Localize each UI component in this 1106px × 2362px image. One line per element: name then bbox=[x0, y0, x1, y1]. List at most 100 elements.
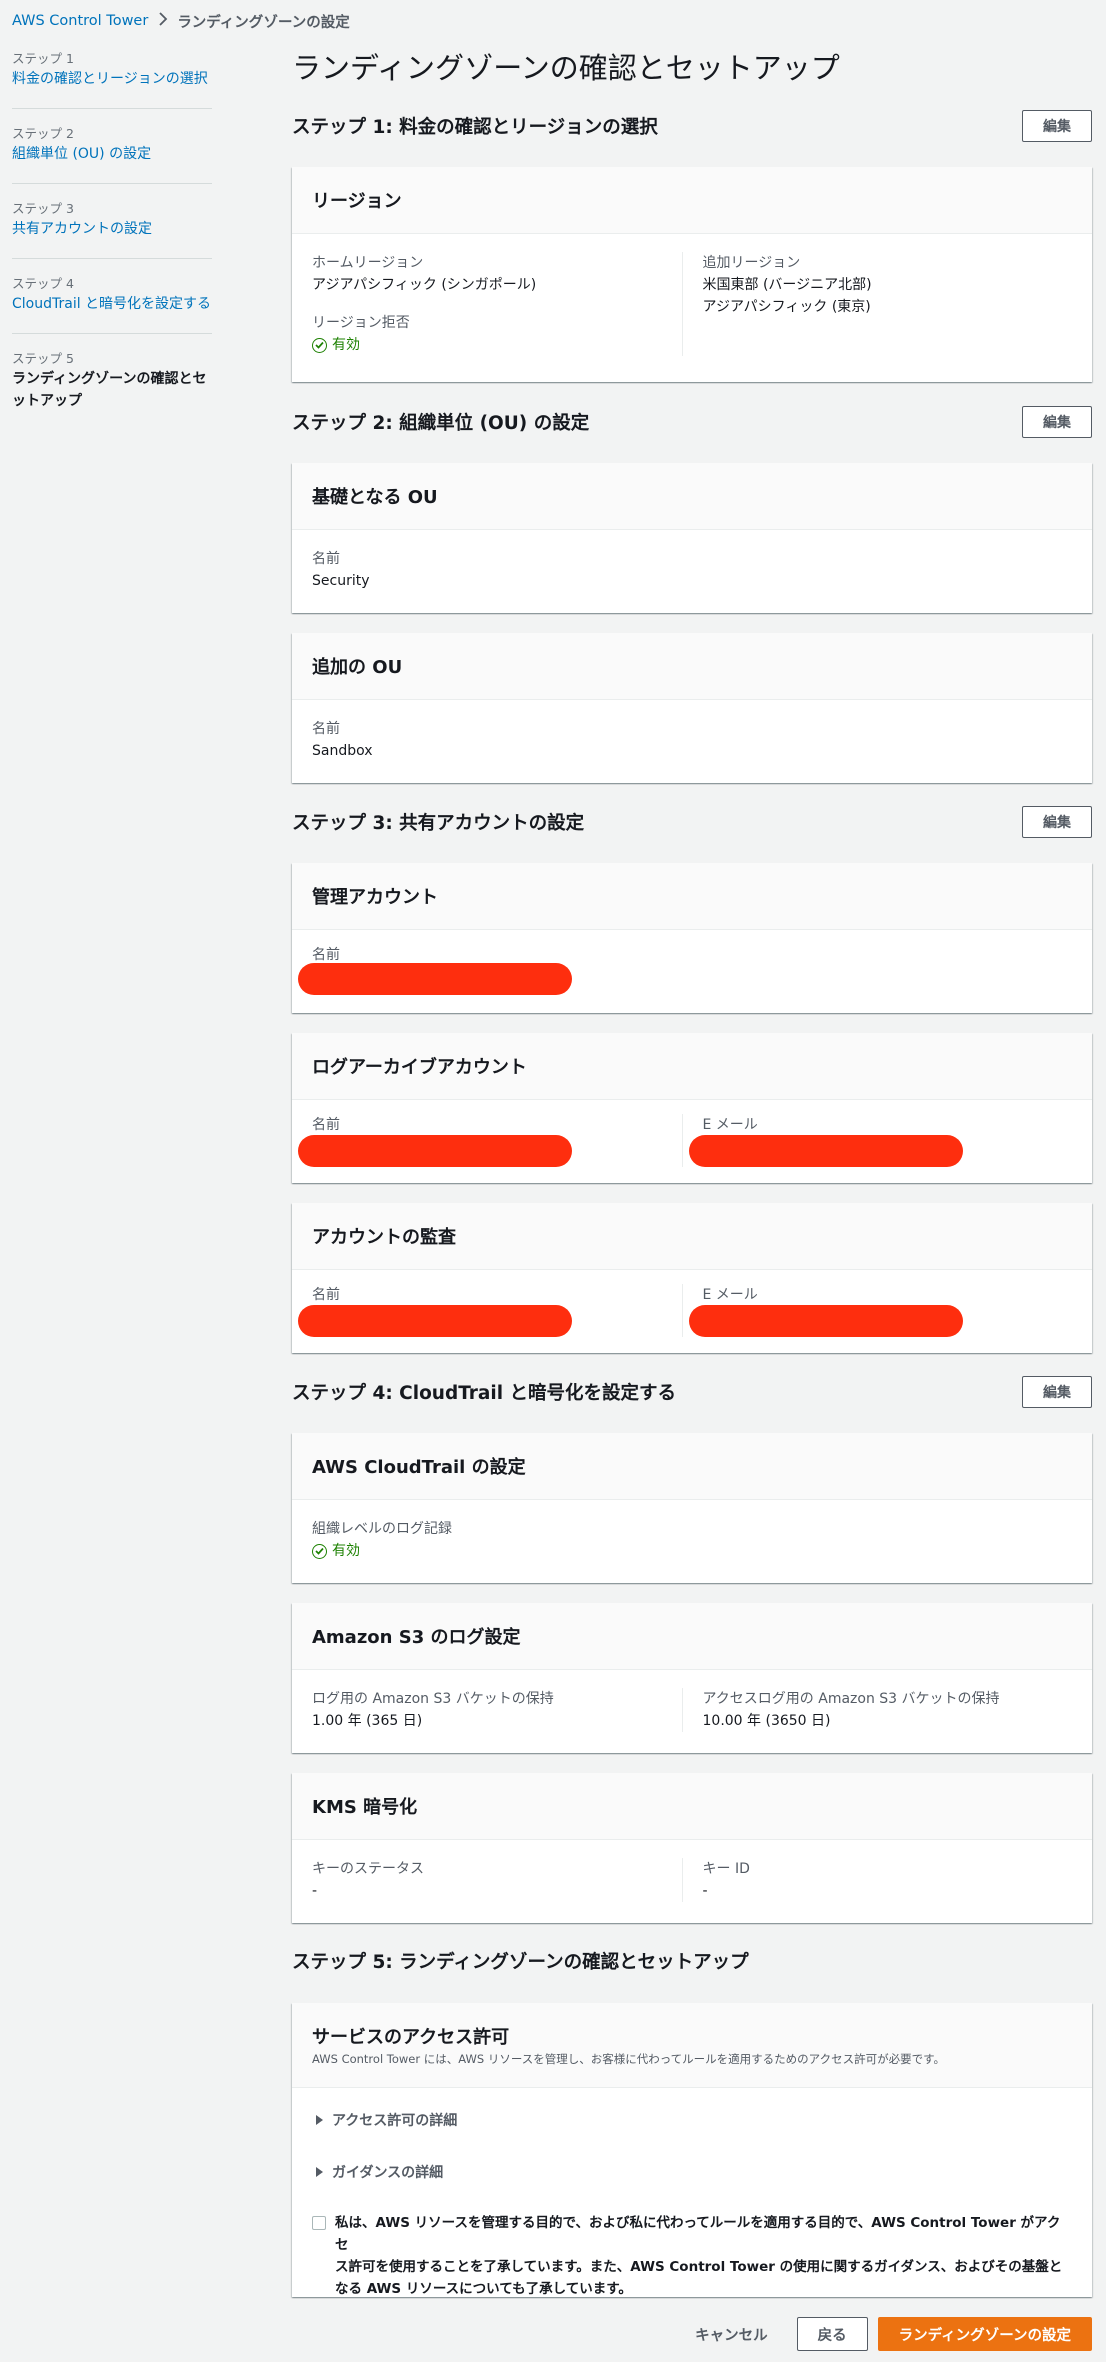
panel-header: 管理アカウント bbox=[292, 863, 1092, 930]
check-circle-icon bbox=[312, 1543, 327, 1559]
home-region-label: ホームリージョン bbox=[312, 255, 424, 271]
panel-heading: 管理アカウント bbox=[312, 887, 438, 908]
panel-body: 名前 Security bbox=[292, 530, 1092, 610]
panel-body: キーのステータス - キー ID - bbox=[292, 1840, 1092, 1920]
acknowledge-line: なる AWS リソースについても了承しています。 bbox=[335, 2281, 632, 2297]
panel-header: リージョン bbox=[292, 167, 1092, 234]
account-email-label: E メール bbox=[702, 1287, 758, 1303]
panel-body: 名前 E メール bbox=[292, 1270, 1092, 1355]
redacted-value bbox=[298, 963, 572, 995]
panel-heading: Amazon S3 のログ設定 bbox=[312, 1627, 521, 1648]
panel-body: ログ用の Amazon S3 バケットの保持 1.00 年 (365 日) アク… bbox=[292, 1670, 1092, 1750]
panel-column: 追加リージョン 米国東部 (バージニア北部) アジアパシフィック (東京) bbox=[681, 252, 1073, 356]
edit-button[interactable]: 編集 bbox=[1022, 806, 1092, 838]
panel-heading: ログアーカイブアカウント bbox=[312, 1057, 527, 1078]
nav-step-link[interactable]: 組織単位 (OU) の設定 bbox=[12, 143, 212, 165]
check-circle-icon bbox=[312, 337, 327, 353]
panel-column: 名前 Security bbox=[312, 548, 1072, 592]
panel-body: 名前 Sandbox bbox=[292, 700, 1092, 780]
nav-step-3: ステップ 3 共有アカウントの設定 bbox=[12, 198, 212, 273]
region-deny-value: 有効 bbox=[332, 337, 360, 353]
edit-button[interactable]: 編集 bbox=[1022, 110, 1092, 142]
wizard-actions: キャンセル 戻る ランディングゾーンの設定 bbox=[292, 2317, 1092, 2351]
panel-body: ホームリージョン アジアパシフィック (シンガポール) リージョン拒否 有効 追… bbox=[292, 234, 1092, 374]
status-indicator: 有効 bbox=[312, 334, 682, 356]
panel-heading: 追加の OU bbox=[312, 657, 403, 678]
setup-landing-zone-button[interactable]: ランディングゾーンの設定 bbox=[877, 2317, 1092, 2351]
region-deny-label: リージョン拒否 bbox=[312, 315, 410, 331]
panel-heading: AWS CloudTrail の設定 bbox=[312, 1457, 526, 1478]
step-title: ステップ 2: 組織単位 (OU) の設定 bbox=[292, 413, 590, 434]
account-name-label: 名前 bbox=[312, 1117, 340, 1133]
panel-column: キー ID - bbox=[681, 1858, 1073, 1902]
cloudtrail-panel: AWS CloudTrail の設定 組織レベルのログ記録 有効 bbox=[292, 1433, 1092, 1583]
ou-name-value: Security bbox=[312, 573, 370, 589]
nav-step-link[interactable]: 共有アカウントの設定 bbox=[12, 218, 212, 240]
additional-region-value: アジアパシフィック (東京) bbox=[702, 299, 871, 315]
cancel-button[interactable]: キャンセル bbox=[695, 2324, 768, 2345]
ou-name-label: 名前 bbox=[312, 721, 340, 737]
panel-column: 名前 bbox=[298, 944, 1072, 995]
panel-header: 追加の OU bbox=[292, 633, 1092, 700]
kms-panel: KMS 暗号化 キーのステータス - キー ID - bbox=[292, 1773, 1092, 1923]
home-region-value: アジアパシフィック (シンガポール) bbox=[312, 277, 537, 293]
panel-header: アカウントの監査 bbox=[292, 1203, 1092, 1270]
expander-label: ガイダンスの詳細 bbox=[332, 2165, 444, 2181]
step-title: ステップ 5: ランディングゾーンの確認とセットアップ bbox=[292, 1952, 749, 1973]
panel-header: Amazon S3 のログ設定 bbox=[292, 1603, 1092, 1670]
access-retention-value: 10.00 年 (3650 日) bbox=[702, 1713, 831, 1729]
key-id-label: キー ID bbox=[702, 1861, 750, 1877]
panel-header: AWS CloudTrail の設定 bbox=[292, 1433, 1092, 1500]
panel-heading: KMS 暗号化 bbox=[312, 1797, 418, 1818]
step-1-header: ステップ 1: 料金の確認とリージョンの選択 編集 bbox=[292, 109, 1092, 143]
permissions-details-expander[interactable]: アクセス許可の詳細 bbox=[312, 2108, 1072, 2132]
panel-header: 基礎となる OU bbox=[292, 463, 1092, 530]
panel-header: KMS 暗号化 bbox=[292, 1773, 1092, 1840]
panel-column: 名前 bbox=[298, 1114, 682, 1167]
panel-column: ホームリージョン アジアパシフィック (シンガポール) リージョン拒否 有効 bbox=[312, 252, 682, 356]
account-email-label: E メール bbox=[702, 1117, 758, 1133]
panel-subtitle: AWS Control Tower には、AWS リソースを管理し、お客様に代わ… bbox=[312, 2052, 945, 2066]
nav-step-1: ステップ 1 料金の確認とリージョンの選択 bbox=[12, 48, 212, 123]
chevron-right-icon bbox=[158, 12, 168, 30]
step-title: ステップ 4: CloudTrail と暗号化を設定する bbox=[292, 1383, 677, 1404]
panel-body: 組織レベルのログ記録 有効 bbox=[292, 1500, 1092, 1580]
org-logging-value: 有効 bbox=[332, 1543, 360, 1559]
guidance-details-expander[interactable]: ガイダンスの詳細 bbox=[312, 2160, 1072, 2184]
expander-label: アクセス許可の詳細 bbox=[332, 2113, 458, 2129]
back-button[interactable]: 戻る bbox=[796, 2317, 868, 2351]
acknowledge-checkbox[interactable] bbox=[312, 2216, 326, 2230]
s3-logging-panel: Amazon S3 のログ設定 ログ用の Amazon S3 バケットの保持 1… bbox=[292, 1603, 1092, 1753]
redacted-value bbox=[298, 1305, 572, 1337]
org-logging-label: 組織レベルのログ記録 bbox=[312, 1521, 452, 1537]
nav-step-5: ステップ 5 ランディングゾーンの確認とセ ットアップ bbox=[12, 348, 212, 423]
nav-step-number: ステップ 4 bbox=[12, 276, 74, 291]
nav-step-current-line: ランディングゾーンの確認とセ bbox=[12, 371, 207, 387]
breadcrumb-root-link[interactable]: AWS Control Tower bbox=[12, 13, 148, 29]
nav-step-number: ステップ 5 bbox=[12, 351, 74, 366]
panel-body: 名前 E メール bbox=[292, 1100, 1092, 1185]
breadcrumb: AWS Control Tower ランディングゾーンの設定 bbox=[12, 10, 350, 32]
key-status-label: キーのステータス bbox=[312, 1861, 424, 1877]
nav-step-current-line: ットアップ bbox=[12, 393, 82, 409]
management-account-panel: 管理アカウント 名前 bbox=[292, 863, 1092, 1013]
nav-step-current: ランディングゾーンの確認とセ ットアップ bbox=[12, 368, 212, 412]
acknowledge-checkbox-row[interactable]: 私は、AWS リソースを管理する目的で、および私に代わってルールを適用する目的で… bbox=[312, 2212, 1072, 2300]
status-indicator: 有効 bbox=[312, 1540, 1072, 1562]
caret-right-icon bbox=[316, 2115, 323, 2125]
panel-column: E メール bbox=[681, 1284, 1073, 1337]
acknowledge-text: 私は、AWS リソースを管理する目的で、および私に代わってルールを適用する目的で… bbox=[335, 2212, 1072, 2300]
edit-button[interactable]: 編集 bbox=[1022, 406, 1092, 438]
acknowledge-line: ス許可を使用することを了承しています。また、AWS Control Tower … bbox=[335, 2259, 1063, 2275]
panel-column: 名前 Sandbox bbox=[312, 718, 1072, 762]
panel-column: キーのステータス - bbox=[312, 1858, 682, 1902]
nav-step-link[interactable]: CloudTrail と暗号化を設定する bbox=[12, 293, 212, 315]
ou-name-label: 名前 bbox=[312, 551, 340, 567]
breadcrumb-current: ランディングゾーンの設定 bbox=[177, 14, 350, 31]
nav-divider bbox=[12, 108, 212, 109]
redacted-value bbox=[688, 1135, 963, 1167]
edit-button[interactable]: 編集 bbox=[1022, 1376, 1092, 1408]
access-retention-label: アクセスログ用の Amazon S3 バケットの保持 bbox=[702, 1691, 1000, 1707]
nav-step-link[interactable]: 料金の確認とリージョンの選択 bbox=[12, 68, 212, 90]
step-3-header: ステップ 3: 共有アカウントの設定 編集 bbox=[292, 805, 1092, 839]
